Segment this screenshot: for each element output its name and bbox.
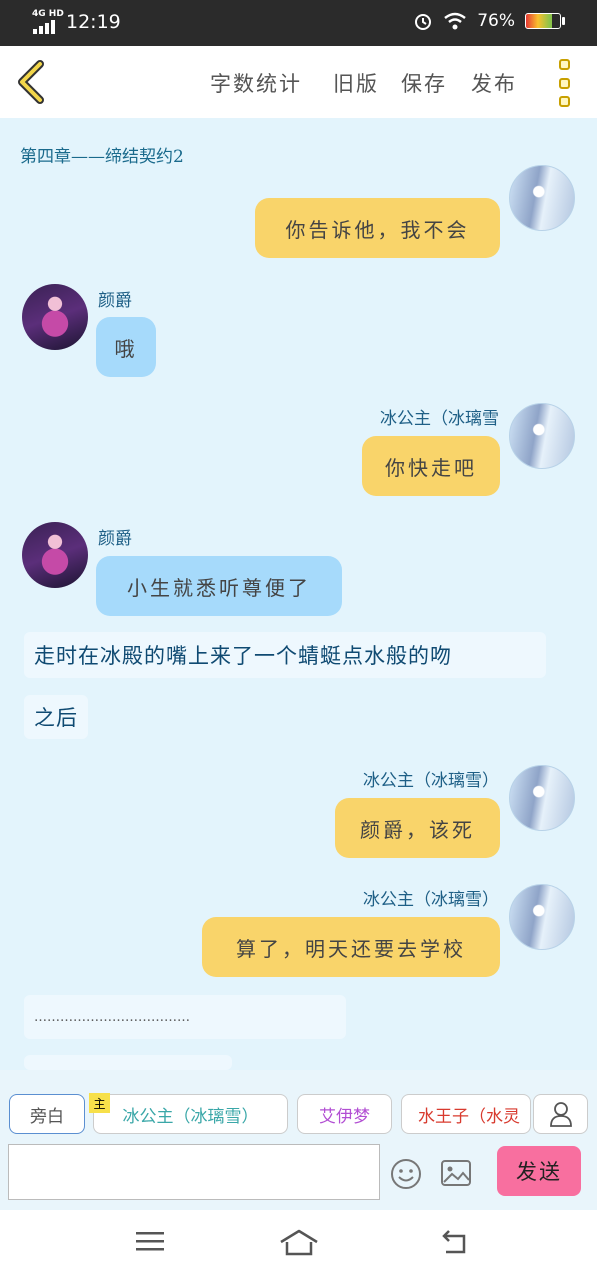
- narration-text[interactable]: ………………………………: [24, 995, 346, 1039]
- main-role-badge: 主: [89, 1093, 110, 1113]
- save-button[interactable]: 保存: [401, 68, 447, 98]
- clock: 12:19: [66, 11, 121, 33]
- more-menu-icon[interactable]: [554, 59, 574, 107]
- image-icon[interactable]: [440, 1158, 472, 1188]
- menu-icon[interactable]: [136, 1228, 164, 1254]
- message-bubble[interactable]: 算了，明天还要去学校: [202, 917, 500, 977]
- alarm-icon: [415, 14, 432, 30]
- status-bar: 4G HD 12:19 76%: [0, 0, 597, 46]
- avatar-ice-princess[interactable]: [509, 884, 575, 950]
- speaker-name: 冰公主（冰璃雪）: [363, 890, 499, 910]
- battery-icon: [525, 13, 565, 29]
- home-icon[interactable]: [279, 1228, 319, 1258]
- back-arrow-icon[interactable]: [14, 60, 50, 104]
- narration-text[interactable]: 走时在冰殿的嘴上来了一个蜻蜓点水般的吻: [24, 632, 546, 678]
- old-version-button[interactable]: 旧版: [333, 68, 379, 98]
- avatar-ice-princess[interactable]: [509, 403, 575, 469]
- back-icon[interactable]: [440, 1228, 470, 1256]
- avatar-yan-jue[interactable]: [22, 284, 88, 350]
- network-indicator: 4G HD: [32, 9, 64, 19]
- battery-percent: 76%: [477, 11, 515, 31]
- speaker-name: 冰公主（冰璃雪）: [363, 771, 499, 791]
- message-bubble[interactable]: 小生就悉听尊便了: [96, 556, 342, 616]
- speaker-name: 颜爵: [98, 529, 132, 549]
- add-role-button[interactable]: [533, 1094, 588, 1134]
- system-nav-bar: [0, 1210, 597, 1280]
- editor-toolbar: 字数统计 旧版 保存 发布: [0, 46, 597, 118]
- emoji-icon[interactable]: [390, 1158, 422, 1190]
- chapter-title: 第四章——缔结契约2: [20, 147, 184, 167]
- narration-text[interactable]: 之后: [24, 695, 88, 739]
- send-button[interactable]: 发送: [497, 1146, 581, 1196]
- publish-button[interactable]: 发布: [471, 68, 517, 98]
- role-chip-ai-yi-meng[interactable]: 艾伊梦: [297, 1094, 392, 1134]
- word-count-button[interactable]: 字数统计: [210, 68, 302, 98]
- message-bubble[interactable]: 你快走吧: [362, 436, 500, 496]
- wifi-icon: [444, 12, 466, 30]
- avatar-yan-jue[interactable]: [22, 522, 88, 588]
- speaker-name: 颜爵: [98, 291, 132, 311]
- message-input[interactable]: [8, 1144, 380, 1200]
- role-chip-ice-princess[interactable]: 冰公主（冰璃雪）: [93, 1094, 288, 1134]
- narration-partial[interactable]: [24, 1055, 232, 1070]
- avatar-ice-princess[interactable]: [509, 765, 575, 831]
- message-bubble[interactable]: 你告诉他，我不会: [255, 198, 500, 258]
- message-bubble[interactable]: 颜爵，该死: [335, 798, 500, 858]
- person-icon: [549, 1102, 572, 1127]
- speaker-name: 冰公主（冰璃雪: [380, 409, 499, 429]
- role-chip-narrator[interactable]: 旁白: [9, 1094, 85, 1134]
- role-chip-water-prince[interactable]: 水王子（水灵: [401, 1094, 531, 1134]
- avatar-ice-princess[interactable]: [509, 165, 575, 231]
- message-bubble[interactable]: 哦: [96, 317, 156, 377]
- signal-icon: [33, 20, 55, 34]
